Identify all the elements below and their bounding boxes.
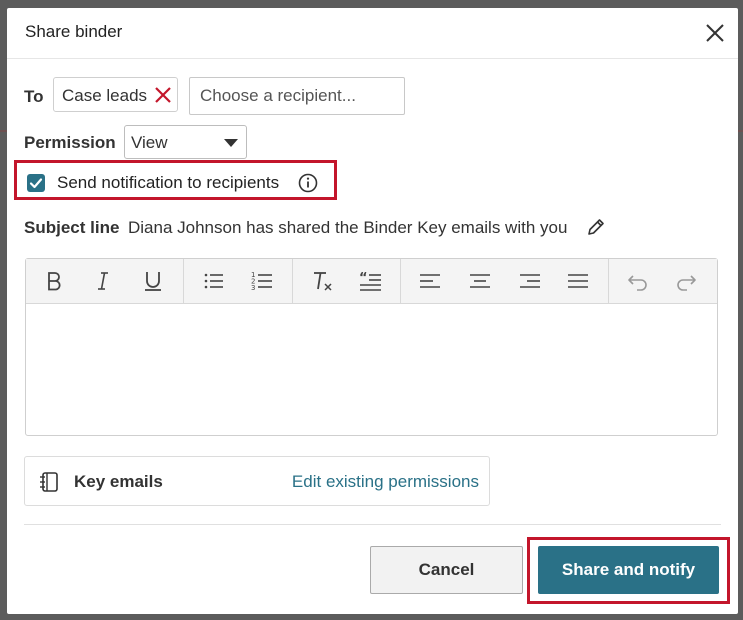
- italic-icon[interactable]: [89, 267, 117, 295]
- notification-checkbox[interactable]: [27, 174, 45, 192]
- permission-label: Permission: [24, 133, 116, 152]
- dialog-title: Share binder: [25, 22, 123, 41]
- subject-label: Subject line: [24, 218, 120, 237]
- redo-icon[interactable]: [672, 267, 700, 295]
- recipient-input[interactable]: [189, 77, 405, 115]
- bold-icon[interactable]: [40, 267, 68, 295]
- toolbar-separator: [292, 259, 293, 303]
- pencil-icon[interactable]: [585, 216, 607, 238]
- editor-body[interactable]: [26, 304, 717, 435]
- toolbar-separator: [183, 259, 184, 303]
- svg-text:3: 3: [251, 284, 255, 292]
- edit-permissions-link[interactable]: Edit existing permissions: [292, 472, 479, 492]
- binder-card: Key emails Edit existing permissions: [24, 456, 490, 506]
- recipient-chip: Case leads: [53, 77, 178, 112]
- permission-selected-value: View: [131, 133, 168, 152]
- bulleted-list-icon[interactable]: [200, 267, 228, 295]
- chevron-down-icon: [224, 139, 238, 147]
- underline-icon[interactable]: [139, 267, 167, 295]
- toolbar-separator: [400, 259, 401, 303]
- to-label: To: [24, 87, 44, 106]
- close-icon[interactable]: [702, 20, 728, 46]
- clear-formatting-icon[interactable]: [308, 267, 336, 295]
- recipient-chip-label: Case leads: [62, 86, 148, 105]
- share-and-notify-button[interactable]: Share and notify: [538, 546, 719, 594]
- binder-name: Key emails: [74, 472, 163, 491]
- blockquote-icon[interactable]: “: [356, 267, 384, 295]
- message-editor: 1 2 3 “: [25, 258, 718, 436]
- numbered-list-icon[interactable]: 1 2 3: [248, 267, 276, 295]
- info-icon[interactable]: [297, 172, 319, 194]
- remove-x-icon[interactable]: [154, 86, 172, 104]
- editor-toolbar: 1 2 3 “: [26, 259, 717, 304]
- share-binder-dialog: Share binder To Case leads Permission Vi…: [7, 8, 738, 614]
- notification-label: Send notification to recipients: [57, 173, 280, 192]
- binder-icon: [40, 472, 58, 492]
- footer-divider: [24, 524, 721, 525]
- align-center-icon[interactable]: [466, 267, 494, 295]
- align-left-icon[interactable]: [416, 267, 444, 295]
- justify-icon[interactable]: [564, 267, 592, 295]
- subject-value: Diana Johnson has shared the Binder Key …: [128, 218, 568, 237]
- align-right-icon[interactable]: [516, 267, 544, 295]
- cancel-button[interactable]: Cancel: [370, 546, 523, 594]
- svg-text:“: “: [359, 271, 368, 286]
- toolbar-separator: [608, 259, 609, 303]
- undo-icon[interactable]: [624, 267, 652, 295]
- permission-select[interactable]: View: [124, 125, 247, 159]
- dialog-header: Share binder: [7, 8, 738, 59]
- checkmark-icon: [29, 178, 43, 189]
